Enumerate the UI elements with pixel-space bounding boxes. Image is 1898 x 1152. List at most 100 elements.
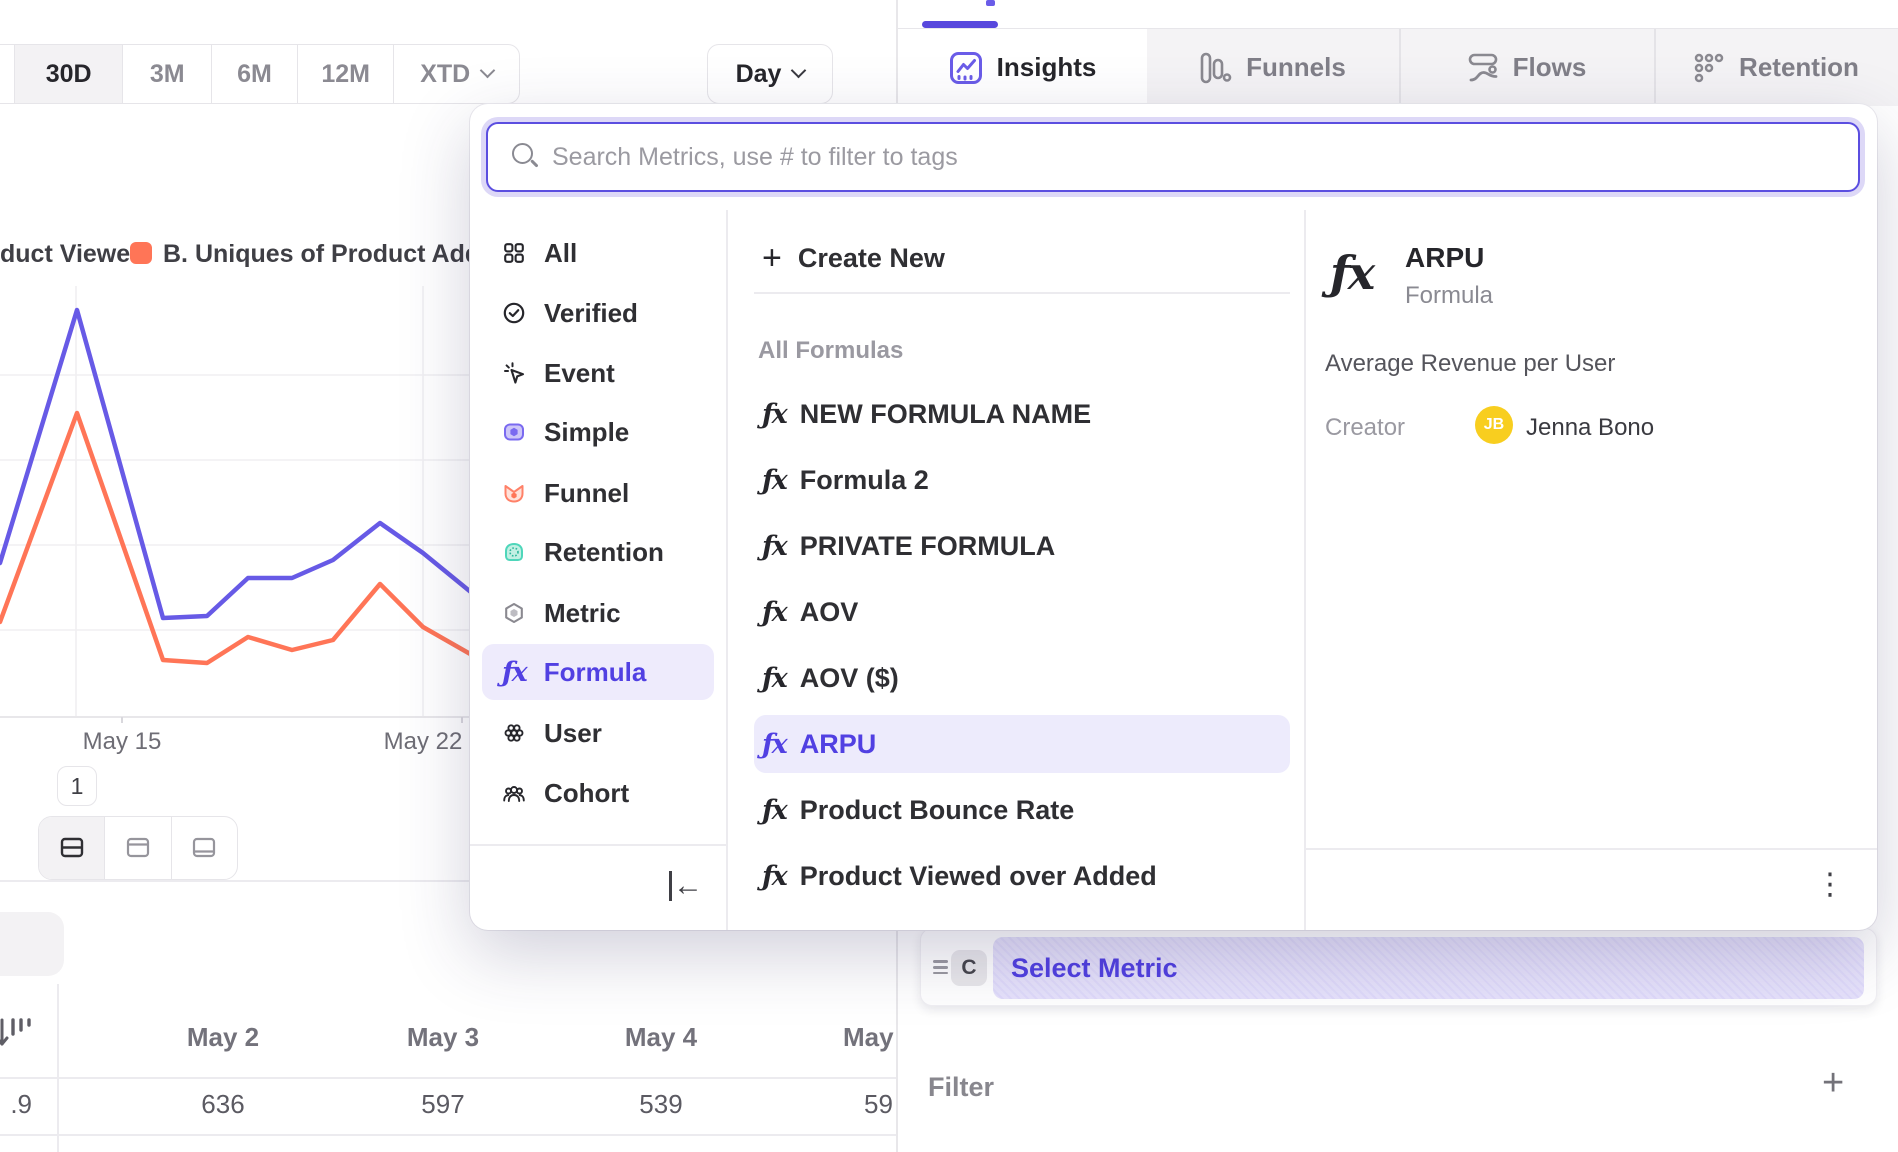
time-range-option-12m[interactable]: 12M	[298, 45, 395, 103]
layout-table-view-button[interactable]	[172, 817, 237, 879]
table-header-may2[interactable]: May 2	[143, 1022, 303, 1053]
report-type-tabs: Insights Funnels Flows	[898, 29, 1898, 106]
chevron-down-icon	[480, 62, 496, 78]
category-label: Metric	[544, 598, 621, 629]
category-metric[interactable]: Metric	[482, 585, 714, 641]
cohort-people-icon	[502, 781, 526, 805]
category-retention[interactable]: Retention	[482, 524, 714, 580]
table-cell: 597	[363, 1089, 523, 1120]
select-metric-dropzone[interactable]: Select Metric	[993, 937, 1864, 999]
tab-retention[interactable]: Retention	[1654, 29, 1898, 106]
table-row-divider	[0, 1134, 897, 1136]
formula-fx-icon: ƒx	[762, 597, 786, 628]
tab-label: Funnels	[1246, 52, 1346, 83]
table-column-divider	[57, 984, 59, 1152]
picker-column-divider	[726, 210, 728, 930]
detail-title: ARPU	[1405, 242, 1484, 274]
legend-item-b-label[interactable]: B. Uniques of Product Add	[163, 240, 480, 269]
time-range-control: 30D 3M 6M 12M XTD	[0, 44, 520, 104]
formula-item[interactable]: ƒx AOV ($)	[754, 649, 1290, 707]
layout-chart-view-button[interactable]	[105, 817, 171, 879]
user-cluster-icon	[502, 721, 526, 745]
split-view-icon	[59, 835, 85, 861]
category-user[interactable]: User	[482, 705, 714, 761]
funnels-bars-icon	[1200, 52, 1232, 84]
formula-item[interactable]: ƒx NEW FORMULA NAME	[754, 385, 1290, 443]
category-formula[interactable]: ƒx Formula	[482, 644, 714, 700]
category-label: Event	[544, 358, 615, 389]
xtd-label: XTD	[420, 60, 470, 89]
formula-item[interactable]: ƒx Formula 2	[754, 451, 1290, 509]
sidebar-footer-divider	[470, 844, 726, 846]
breakdown-tab-partial[interactable]	[0, 912, 64, 976]
formula-item[interactable]: ƒx Product Viewed over Added	[754, 847, 1290, 905]
tab-label: Flows	[1513, 52, 1587, 83]
formula-fx-icon: ƒx	[762, 729, 786, 760]
category-label: Funnel	[544, 478, 629, 509]
create-new-button[interactable]: + Create New	[754, 230, 1290, 286]
tab-insights[interactable]: Insights	[898, 29, 1147, 106]
plus-icon: +	[762, 241, 782, 275]
legend-item-a-label[interactable]: duct Viewed	[0, 240, 145, 269]
detail-type: Formula	[1405, 282, 1493, 310]
retention-dots-icon	[1693, 52, 1725, 84]
formula-name: AOV	[800, 597, 859, 628]
category-label: Cohort	[544, 778, 629, 809]
chevron-down-icon	[791, 62, 807, 78]
formula-name: NEW FORMULA NAME	[800, 399, 1091, 430]
tab-funnels[interactable]: Funnels	[1147, 29, 1399, 106]
sort-icon[interactable]	[0, 1014, 34, 1052]
formula-name: Product Viewed over Added	[800, 861, 1157, 892]
search-icon	[512, 143, 533, 164]
time-range-option-xtd[interactable]: XTD	[394, 45, 519, 103]
table-header-partial[interactable]: May	[843, 1022, 897, 1053]
category-event[interactable]: Event	[482, 345, 714, 401]
category-simple[interactable]: Simple	[482, 404, 714, 460]
formula-item-selected[interactable]: ƒx ARPU	[754, 715, 1290, 773]
table-header-may3[interactable]: May 3	[363, 1022, 523, 1053]
pagination-page-1-button[interactable]: 1	[57, 766, 97, 806]
list-divider	[754, 292, 1290, 294]
formula-item[interactable]: ƒx PRIVATE FORMULA	[754, 517, 1290, 575]
category-all[interactable]: All	[482, 225, 714, 281]
verified-badge-icon	[502, 301, 526, 325]
category-funnel[interactable]: Funnel	[482, 465, 714, 521]
category-label: Simple	[544, 417, 629, 448]
formula-fx-icon: ƒx	[762, 465, 786, 496]
time-range-option-6m[interactable]: 6M	[212, 45, 298, 103]
flows-icon	[1467, 52, 1499, 84]
formula-fx-icon-large: ƒx	[1330, 246, 1373, 300]
metric-search-input[interactable]	[552, 124, 1842, 190]
tab-flows[interactable]: Flows	[1399, 29, 1654, 106]
metric-clause-card: C Select Metric	[920, 928, 1877, 1006]
add-filter-button[interactable]: +	[1822, 1062, 1844, 1105]
formula-item[interactable]: ƒx Product Bounce Rate	[754, 781, 1290, 839]
category-verified[interactable]: Verified	[482, 285, 714, 341]
drag-handle-icon[interactable]	[933, 957, 948, 978]
category-label: All	[544, 238, 577, 269]
formula-fx-icon: ƒx	[762, 663, 786, 694]
filter-section-label: Filter	[928, 1072, 994, 1103]
time-range-option-30d[interactable]: 30D	[15, 45, 124, 103]
granularity-dropdown[interactable]: Day	[707, 44, 833, 104]
creator-label: Creator	[1325, 414, 1405, 442]
category-label: Formula	[544, 657, 647, 688]
category-cohort[interactable]: Cohort	[482, 765, 714, 821]
table-header-may4[interactable]: May 4	[581, 1022, 741, 1053]
formula-fx-icon: ƒx	[762, 399, 786, 430]
layout-split-view-button[interactable]	[39, 817, 105, 879]
active-tab-indicator	[922, 21, 998, 28]
formula-item[interactable]: ƒx AOV	[754, 583, 1290, 641]
formulas-section-header: All Formulas	[758, 337, 903, 365]
clause-letter-badge[interactable]: C	[951, 950, 987, 986]
collapse-sidebar-button[interactable]: ←	[664, 864, 708, 908]
time-range-option-partial[interactable]	[0, 45, 15, 103]
formula-fx-icon: ƒx	[762, 795, 786, 826]
category-label: Retention	[544, 537, 664, 568]
kebab-menu-button[interactable]: ⋮	[1808, 862, 1852, 906]
creator-avatar: JB	[1475, 406, 1513, 444]
formula-fx-icon: ƒx	[502, 657, 526, 688]
layout-toggle-group	[38, 816, 238, 880]
toolbar-icon-partial	[986, 0, 995, 6]
time-range-option-3m[interactable]: 3M	[123, 45, 212, 103]
